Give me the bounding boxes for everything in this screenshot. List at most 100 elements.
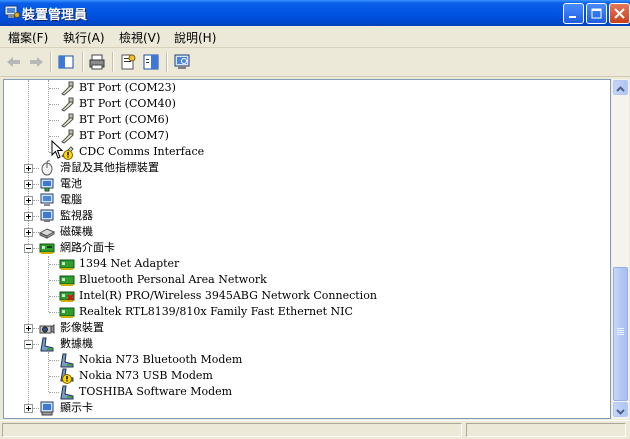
- collapse-minus-icon[interactable]: [24, 340, 33, 349]
- tree-item-imaging-category[interactable]: 影像裝置: [4, 320, 304, 336]
- mouse-pointer-icon: [51, 140, 64, 159]
- port-connector-icon: [61, 97, 74, 112]
- tree-item-mouse-category[interactable]: 滑鼠及其他指標裝置: [4, 160, 304, 176]
- tree-item-intel-wireless[interactable]: Intel(R) PRO/Wireless 3945ABG Network Co…: [4, 288, 454, 304]
- device-manager-window: 裝置管理員 檔案(F) 執行(A) 檢視(V) 說明(H) BT Port (C…: [0, 0, 630, 439]
- category-label: 電腦: [60, 193, 82, 206]
- status-bar: [0, 420, 630, 439]
- expand-plus-icon[interactable]: [24, 404, 33, 413]
- tree-connector: [49, 392, 59, 394]
- modem-icon: [60, 385, 74, 400]
- maximize-button[interactable]: [586, 3, 607, 24]
- device-label: BT Port (COM40): [79, 97, 176, 110]
- category-label: 影像裝置: [60, 321, 104, 334]
- category-label: 網路介面卡: [60, 241, 115, 254]
- device-label: BT Port (COM7): [79, 129, 169, 142]
- forward-arrow-icon[interactable]: [26, 52, 46, 72]
- tree-item-modem-category[interactable]: 數據機: [4, 336, 304, 352]
- display-adapter-icon: [40, 401, 54, 416]
- expand-plus-icon[interactable]: [24, 324, 33, 333]
- scroll-thumb[interactable]: [613, 267, 628, 401]
- tree-item-bt-port-com6[interactable]: BT Port (COM6): [4, 112, 304, 128]
- network-card-icon: [59, 259, 75, 270]
- tree-item-battery-category[interactable]: 電池: [4, 176, 304, 192]
- device-label: BT Port (COM6): [79, 113, 169, 126]
- print-icon[interactable]: [87, 52, 107, 72]
- battery-icon: [40, 178, 54, 192]
- expand-plus-icon[interactable]: [24, 164, 33, 173]
- scroll-down-button[interactable]: [613, 402, 628, 417]
- help-icon[interactable]: [141, 52, 161, 72]
- tree-connector: [49, 136, 59, 138]
- tree-connector: [49, 264, 59, 266]
- device-label: TOSHIBA Software Modem: [79, 385, 233, 398]
- toolbar-separator: [166, 52, 168, 72]
- tree-item-bt-port-com40[interactable]: BT Port (COM40): [4, 96, 304, 112]
- tree-item-nokia-bt-modem[interactable]: Nokia N73 Bluetooth Modem: [4, 352, 404, 368]
- tree-item-realtek-nic[interactable]: Realtek RTL8139/810x Family Fast Etherne…: [4, 304, 454, 320]
- modem-warning-icon: [60, 368, 74, 384]
- menu-bar: 檔案(F) 執行(A) 檢視(V) 說明(H): [0, 26, 630, 48]
- title-bar[interactable]: 裝置管理員: [0, 0, 630, 26]
- minimize-button[interactable]: [563, 3, 584, 24]
- category-label: 電池: [60, 177, 82, 190]
- device-manager-app-icon: [4, 5, 20, 18]
- tree-item-bluetooth-pan[interactable]: Bluetooth Personal Area Network: [4, 272, 404, 288]
- toolbar-separator: [112, 52, 114, 72]
- modem-icon: [60, 353, 74, 368]
- menu-file[interactable]: 檔案(F): [8, 29, 48, 46]
- tree-item-bt-port-com7[interactable]: BT Port (COM7): [4, 128, 304, 144]
- properties-icon[interactable]: [118, 52, 138, 72]
- close-button[interactable]: [609, 3, 630, 24]
- tree-item-1394-net-adapter[interactable]: 1394 Net Adapter: [4, 256, 404, 272]
- mouse-icon: [41, 160, 53, 176]
- scroll-up-arrow-icon: [616, 86, 625, 92]
- device-label: Realtek RTL8139/810x Family Fast Etherne…: [79, 305, 353, 318]
- minimize-icon: [569, 16, 576, 18]
- tree-item-disk-category[interactable]: 磁碟機: [4, 224, 304, 240]
- category-label: 監視器: [60, 209, 93, 222]
- tree-connector: [49, 296, 59, 298]
- collapse-minus-icon[interactable]: [24, 244, 33, 253]
- back-arrow-icon[interactable]: [4, 52, 24, 72]
- menu-view[interactable]: 檢視(V): [119, 29, 161, 46]
- category-label: 顯示卡: [60, 401, 93, 414]
- tree-item-nokia-usb-modem[interactable]: Nokia N73 USB Modem: [4, 368, 404, 384]
- device-label: CDC Comms Interface: [79, 145, 205, 158]
- scan-hardware-changes-icon[interactable]: [172, 52, 192, 72]
- tree-item-cdc-comms-interface[interactable]: CDC Comms Interface: [4, 144, 304, 160]
- vertical-scrollbar[interactable]: [611, 79, 629, 419]
- close-icon: [614, 8, 625, 19]
- category-label: 數據機: [60, 337, 93, 350]
- tree-item-toshiba-modem[interactable]: TOSHIBA Software Modem: [4, 384, 404, 400]
- status-pane-secondary: [466, 423, 626, 437]
- toolbar-separator: [82, 52, 84, 72]
- expand-plus-icon[interactable]: [24, 212, 33, 221]
- show-hide-console-tree-icon[interactable]: [56, 52, 76, 72]
- network-card-disabled-icon: [59, 291, 75, 302]
- modem-icon: [40, 337, 54, 352]
- tree-item-monitor-category[interactable]: 監視器: [4, 208, 304, 224]
- camera-icon: [39, 324, 55, 334]
- menu-help[interactable]: 說明(H): [174, 29, 216, 46]
- expand-plus-icon[interactable]: [24, 196, 33, 205]
- network-card-icon: [39, 243, 55, 254]
- device-label: Nokia N73 Bluetooth Modem: [79, 353, 243, 366]
- port-connector-icon: [61, 113, 74, 128]
- expand-plus-icon[interactable]: [24, 180, 33, 189]
- tree-connector: [49, 120, 59, 122]
- status-pane-main: [2, 423, 462, 437]
- port-connector-icon: [61, 81, 74, 96]
- scroll-grip-icon: [617, 328, 624, 335]
- tree-item-network-category[interactable]: 網路介面卡: [4, 240, 304, 256]
- tree-item-computer-category[interactable]: 電腦: [4, 192, 304, 208]
- category-label: 滑鼠及其他指標裝置: [60, 161, 159, 174]
- device-label: Nokia N73 USB Modem: [79, 369, 213, 382]
- device-tree[interactable]: BT Port (COM23) BT Port (COM40) BT Port …: [3, 79, 611, 419]
- scroll-up-button[interactable]: [613, 80, 628, 95]
- tree-connector: [49, 280, 59, 282]
- tree-item-display-category[interactable]: 顯示卡: [4, 400, 304, 416]
- menu-action[interactable]: 執行(A): [63, 29, 105, 46]
- tree-item-bt-port-com23[interactable]: BT Port (COM23): [4, 80, 304, 96]
- expand-plus-icon[interactable]: [24, 228, 33, 237]
